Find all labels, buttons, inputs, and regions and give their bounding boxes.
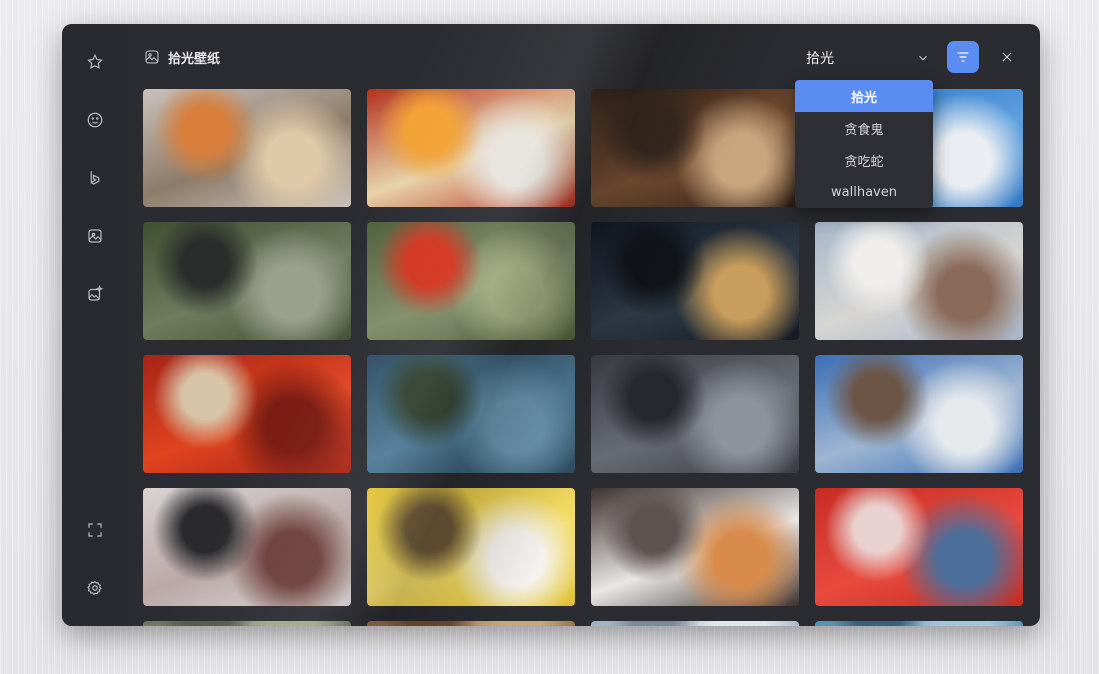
gear-icon[interactable] xyxy=(83,576,107,600)
app-logo-icon xyxy=(145,50,159,64)
wallpaper-thumbnail[interactable] xyxy=(143,355,351,473)
close-icon xyxy=(1002,52,1012,62)
wallpaper-window: 拾光壁纸 拾光 拾光 贪食鬼 贪吃蛇 wallhaven xyxy=(62,24,1040,626)
wallpaper-thumbnail[interactable] xyxy=(143,488,351,606)
close-button[interactable] xyxy=(996,46,1018,68)
wallpaper-thumbnail[interactable] xyxy=(367,488,575,606)
wallpaper-thumbnail[interactable] xyxy=(143,222,351,340)
wallpaper-thumbnail[interactable] xyxy=(591,621,799,626)
wallpaper-thumbnail[interactable] xyxy=(591,222,799,340)
wallpaper-thumbnail[interactable] xyxy=(815,222,1023,340)
dropdown-option[interactable]: 拾光 xyxy=(795,80,933,112)
dropdown-option[interactable]: wallhaven xyxy=(795,176,933,208)
fullscreen-icon[interactable] xyxy=(83,518,107,542)
wallpaper-thumbnail[interactable] xyxy=(143,89,351,207)
chevron-down-icon xyxy=(919,55,927,61)
app-title: 拾光壁纸 xyxy=(168,51,221,67)
wallpaper-thumbnail[interactable] xyxy=(815,488,1023,606)
bing-icon[interactable] xyxy=(83,166,107,190)
wallpaper-thumbnail[interactable] xyxy=(367,355,575,473)
sparkle-image-icon[interactable] xyxy=(83,282,107,306)
sidebar xyxy=(62,24,128,626)
source-select[interactable]: 拾光 xyxy=(800,44,930,72)
wallpaper-thumbnail[interactable] xyxy=(815,355,1023,473)
wallpaper-thumbnail[interactable] xyxy=(815,621,1023,626)
star-icon[interactable] xyxy=(83,50,107,74)
wallpaper-grid-partial-row xyxy=(143,621,1025,626)
wallpaper-thumbnail[interactable] xyxy=(143,621,351,626)
wallpaper-thumbnail[interactable] xyxy=(367,621,575,626)
wallpaper-thumbnail[interactable] xyxy=(591,89,799,207)
wallpaper-thumbnail[interactable] xyxy=(591,355,799,473)
app-header: 拾光壁纸 xyxy=(144,48,221,67)
dropdown-option[interactable]: 贪吃蛇 xyxy=(795,144,933,176)
filter-icon xyxy=(957,52,969,62)
image-icon[interactable] xyxy=(83,224,107,248)
wallpaper-thumbnail[interactable] xyxy=(367,222,575,340)
source-select-value: 拾光 xyxy=(806,51,834,67)
wallpaper-thumbnail[interactable] xyxy=(591,488,799,606)
filter-button[interactable] xyxy=(947,41,979,73)
smile-icon[interactable] xyxy=(83,108,107,132)
wallpaper-thumbnail[interactable] xyxy=(367,89,575,207)
dropdown-option[interactable]: 贪食鬼 xyxy=(795,112,933,144)
source-dropdown: 拾光 贪食鬼 贪吃蛇 wallhaven xyxy=(795,80,933,208)
